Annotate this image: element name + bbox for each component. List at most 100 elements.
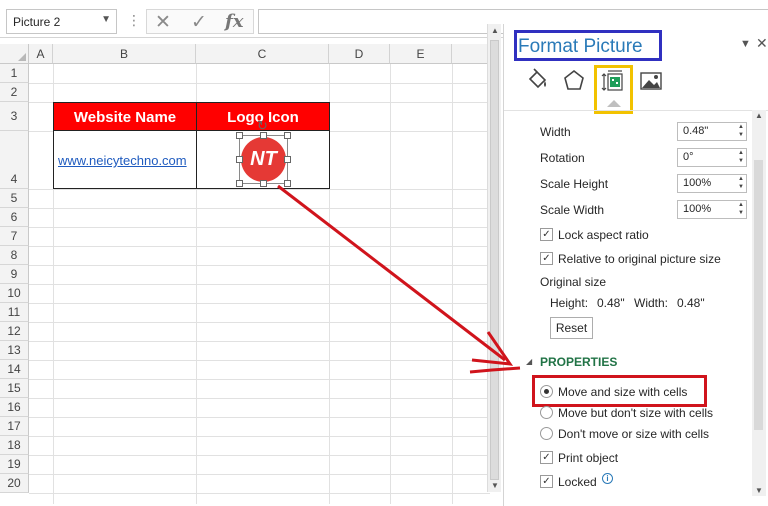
resize-handle-e[interactable]	[284, 156, 291, 163]
row-header-12[interactable]: 12	[0, 322, 29, 341]
gridline	[29, 493, 490, 494]
formula-bar-grip-icon[interactable]: ⋮	[127, 12, 141, 29]
column-header-d[interactable]: D	[329, 44, 390, 64]
pane-options-icon[interactable]: ▼	[740, 38, 751, 50]
name-box-value: Picture 2	[13, 15, 61, 29]
row-header-17[interactable]: 17	[0, 417, 29, 436]
gridline	[29, 189, 490, 190]
rotation-spinner[interactable]: 0° ▲ ▼	[677, 148, 747, 167]
info-icon[interactable]: i	[602, 473, 613, 484]
cell-b3-header[interactable]: Website Name	[53, 102, 197, 131]
pane-scrollbar-thumb[interactable]	[754, 160, 763, 430]
properties-section-title[interactable]: PROPERTIES	[540, 355, 617, 369]
resize-handle-ne[interactable]	[284, 132, 291, 139]
row-header-2[interactable]: 2	[0, 83, 29, 102]
pane-scrollbar[interactable]: ▲ ▼	[752, 110, 766, 496]
tab-effects[interactable]	[559, 68, 589, 98]
option-move-only-label: Move but don't size with cells	[558, 406, 714, 420]
resize-handle-nw[interactable]	[236, 132, 243, 139]
gridline	[29, 303, 490, 304]
radio-move-only[interactable]	[540, 406, 553, 419]
selected-picture[interactable]: NT ↻	[236, 118, 291, 187]
original-size-label: Original size	[540, 275, 607, 289]
column-header-next[interactable]	[452, 44, 490, 64]
cell-b4[interactable]: www.neicytechno.com	[53, 131, 197, 189]
row-header-19[interactable]: 19	[0, 455, 29, 474]
row-header-14[interactable]: 14	[0, 360, 29, 379]
scroll-up-icon[interactable]: ▲	[491, 26, 499, 35]
gridline	[29, 455, 490, 456]
size-properties-icon	[601, 70, 623, 91]
column-header-a[interactable]: A	[29, 44, 53, 64]
lock-aspect-checkbox[interactable]: ✓	[540, 228, 553, 241]
radio-move-and-size[interactable]	[540, 385, 553, 398]
insert-function-icon[interactable]: fx	[225, 11, 243, 32]
column-header-e[interactable]: E	[390, 44, 452, 64]
row-header-10[interactable]: 10	[0, 284, 29, 303]
row-header-11[interactable]: 11	[0, 303, 29, 322]
cancel-icon[interactable]: ✕	[155, 11, 171, 34]
scale-height-value: 100%	[683, 177, 712, 189]
print-object-label: Print object	[558, 451, 619, 465]
print-object-checkbox[interactable]: ✓	[540, 451, 553, 464]
row-header-4[interactable]: 4	[0, 131, 29, 189]
resize-handle-w[interactable]	[236, 156, 243, 163]
scroll-up-icon[interactable]: ▲	[755, 111, 763, 120]
gridline	[29, 284, 490, 285]
width-label: Width	[540, 125, 571, 139]
website-link[interactable]: www.neicytechno.com	[58, 153, 187, 168]
pane-divider	[504, 110, 768, 111]
collapse-caret-icon[interactable]: ◢	[526, 357, 532, 366]
tab-picture[interactable]	[636, 68, 666, 98]
close-icon[interactable]: ✕	[756, 35, 768, 52]
spinner-arrows-icon[interactable]: ▲ ▼	[738, 201, 744, 217]
relative-size-checkbox[interactable]: ✓	[540, 252, 553, 265]
row-header-9[interactable]: 9	[0, 265, 29, 284]
pane-title: Format Picture	[518, 36, 643, 57]
original-height-label: Height:	[550, 296, 589, 310]
width-spinner[interactable]: 0.48" ▲ ▼	[677, 122, 747, 141]
scrollbar-thumb[interactable]	[490, 40, 499, 480]
row-header-18[interactable]: 18	[0, 436, 29, 455]
select-all-corner[interactable]	[0, 44, 29, 64]
spinner-arrows-icon[interactable]: ▲ ▼	[738, 175, 744, 191]
row-header-1[interactable]: 1	[0, 64, 29, 83]
row-header-3[interactable]: 3	[0, 102, 29, 131]
gridline	[29, 417, 490, 418]
locked-label: Locked	[558, 475, 597, 489]
enter-icon[interactable]: ✓	[191, 11, 207, 34]
row-header-20[interactable]: 20	[0, 474, 29, 493]
resize-handle-sw[interactable]	[236, 180, 243, 187]
resize-handle-n[interactable]	[260, 132, 267, 139]
name-box-dropdown-icon[interactable]: ▼	[101, 14, 111, 25]
row-header-6[interactable]: 6	[0, 208, 29, 227]
row-header-7[interactable]: 7	[0, 227, 29, 246]
spinner-arrows-icon[interactable]: ▲ ▼	[738, 123, 744, 139]
tab-fill-line[interactable]	[522, 68, 552, 98]
name-box[interactable]: Picture 2 ▼	[6, 9, 117, 34]
scroll-down-icon[interactable]: ▼	[755, 486, 763, 495]
reset-button[interactable]: Reset	[550, 317, 593, 339]
column-header-c[interactable]: C	[196, 44, 329, 64]
column-header-b[interactable]: B	[53, 44, 196, 64]
row-header-16[interactable]: 16	[0, 398, 29, 417]
option-dont-move-label: Don't move or size with cells	[558, 427, 710, 441]
scale-width-spinner[interactable]: 100% ▲ ▼	[677, 200, 747, 219]
scroll-down-icon[interactable]: ▼	[491, 481, 499, 490]
spinner-arrows-icon[interactable]: ▲ ▼	[738, 149, 744, 165]
resize-handle-se[interactable]	[284, 180, 291, 187]
row-header-8[interactable]: 8	[0, 246, 29, 265]
tab-size-properties[interactable]	[598, 68, 628, 98]
row-header-13[interactable]: 13	[0, 341, 29, 360]
row-header-15[interactable]: 15	[0, 379, 29, 398]
scale-height-spinner[interactable]: 100% ▲ ▼	[677, 174, 747, 193]
worksheet-scrollbar[interactable]: ▲ ▼	[487, 24, 501, 492]
gridline	[29, 246, 490, 247]
gridline	[29, 341, 490, 342]
row-header-5[interactable]: 5	[0, 189, 29, 208]
resize-handle-s[interactable]	[260, 180, 267, 187]
width-value: 0.48"	[683, 125, 709, 137]
lock-aspect-label: Lock aspect ratio	[558, 228, 649, 242]
locked-checkbox[interactable]: ✓	[540, 475, 553, 488]
radio-dont-move[interactable]	[540, 427, 553, 440]
